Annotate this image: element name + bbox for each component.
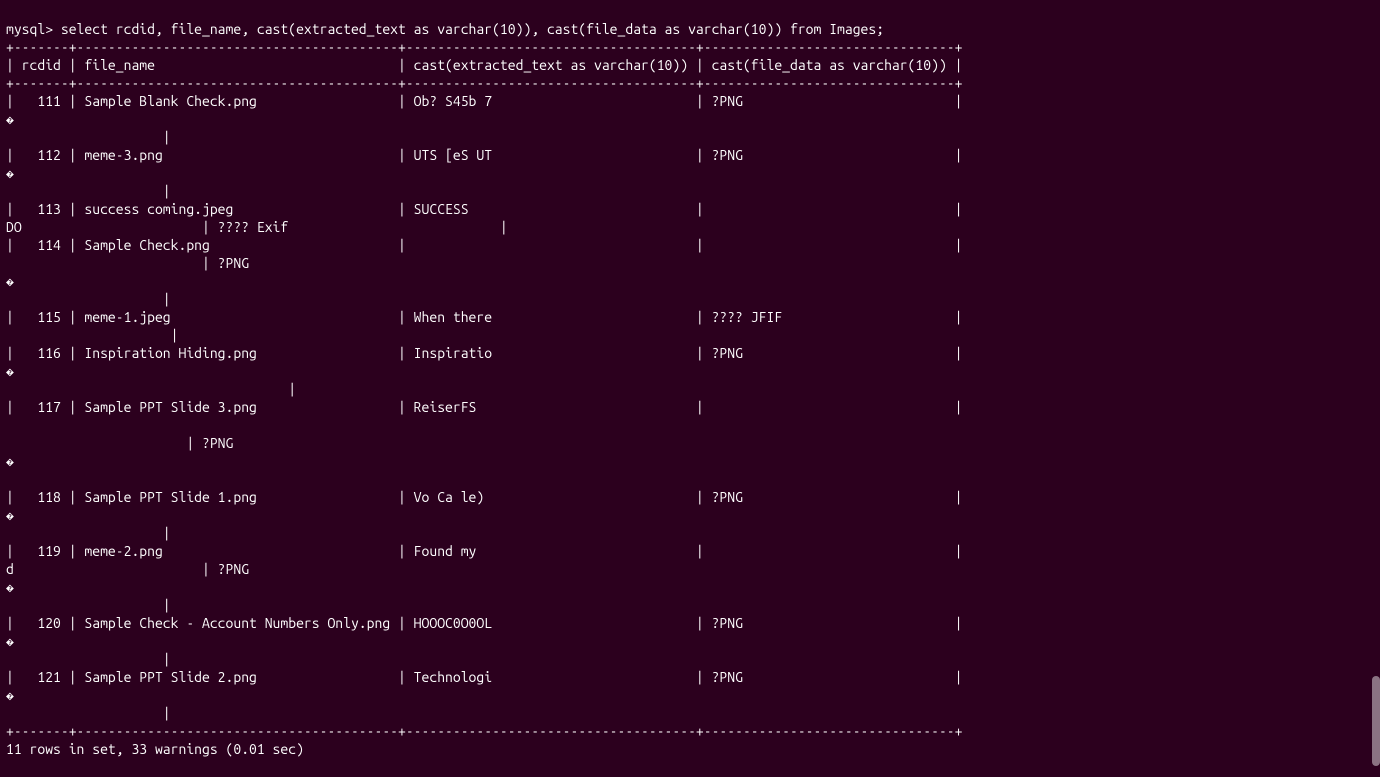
terminal-output: mysql> select rcdid, file_name, cast(ext… [6,20,1374,758]
terminal-window[interactable]: mysql> select rcdid, file_name, cast(ext… [0,0,1380,777]
